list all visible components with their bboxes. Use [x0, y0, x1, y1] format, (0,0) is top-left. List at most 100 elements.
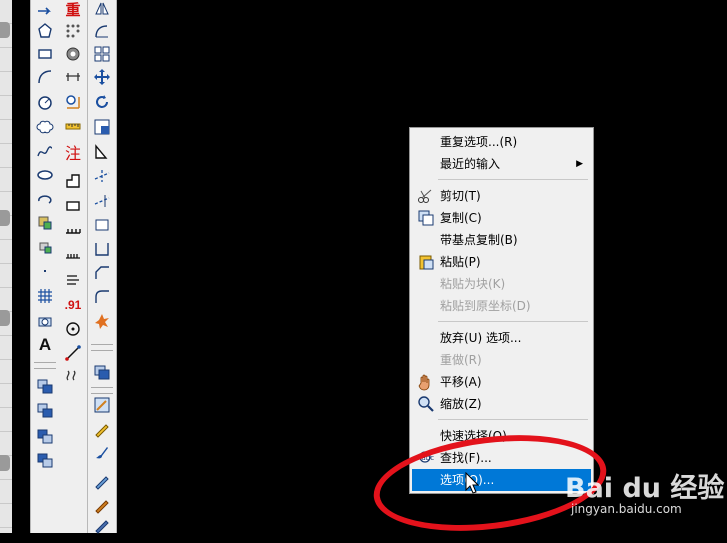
brush-icon[interactable] — [90, 494, 114, 516]
menu-item-label: 放弃(U) 选项... — [440, 331, 522, 345]
watermark-brand: Bai du 经验 — [565, 473, 725, 504]
edit-pencil-icon[interactable] — [90, 394, 114, 416]
decimal-glyph: .91 — [64, 298, 82, 312]
layer-stack-icon[interactable] — [33, 376, 57, 398]
ellipse-icon[interactable] — [33, 164, 57, 186]
fillet-icon[interactable] — [90, 286, 114, 308]
menu-item-label: 复制(C) — [440, 211, 482, 225]
polyline-arrow-icon[interactable] — [33, 0, 57, 22]
layer-stack-icon[interactable] — [90, 362, 114, 384]
mirror-icon[interactable] — [90, 0, 114, 20]
menu-item-label: 粘贴为块(K) — [440, 277, 506, 291]
menu-item-repeat-options[interactable]: 重复选项...(R) — [412, 131, 591, 153]
point-icon[interactable] — [33, 260, 57, 282]
menu-item-paste-to-original[interactable]: 粘贴到原坐标(D) — [412, 295, 591, 317]
explode-icon[interactable] — [90, 310, 114, 332]
rectangle-icon[interactable] — [33, 43, 57, 65]
baidu-watermark: Bai du 经验 jingyan.baidu.com — [565, 458, 725, 530]
menu-item-paste[interactable]: 粘贴(P) — [412, 251, 591, 273]
dots-grid-icon[interactable] — [61, 20, 85, 42]
menu-item-label: 粘贴到原坐标(D) — [440, 299, 531, 313]
paste-icon — [419, 255, 434, 270]
submenu-arrow-icon: ▶ — [576, 159, 583, 169]
ellipse-arc-icon[interactable] — [33, 188, 57, 210]
spline-icon[interactable] — [33, 141, 57, 163]
panel-tab[interactable] — [0, 310, 10, 326]
break-line-icon[interactable] — [61, 366, 85, 388]
layer-stack-icon[interactable] — [33, 400, 57, 422]
menu-item-cut[interactable]: 剪切(T) — [412, 185, 591, 207]
move-icon[interactable] — [90, 66, 114, 88]
polygon-icon[interactable] — [33, 20, 57, 42]
annotation-icon[interactable]: 注 — [61, 141, 85, 163]
arc-icon[interactable] — [33, 66, 57, 88]
menu-item-label: 粘贴(P) — [440, 255, 481, 269]
revision-cloud-icon[interactable] — [33, 116, 57, 138]
extend-icon[interactable] — [90, 190, 114, 212]
menu-item-zoom[interactable]: 缩放(Z) — [412, 393, 591, 415]
dimension-line-icon[interactable] — [61, 66, 85, 88]
measure-icon[interactable] — [61, 91, 85, 113]
pan-hand-icon — [418, 374, 430, 391]
decimal-icon[interactable]: .91 — [61, 294, 85, 316]
layer-stack-icon[interactable] — [33, 426, 57, 448]
draw-toolbar: A — [30, 0, 60, 533]
gear-camera-icon[interactable] — [61, 43, 85, 65]
stretch-icon[interactable] — [90, 141, 114, 163]
menu-separator — [438, 179, 588, 180]
text-icon[interactable]: A — [33, 334, 57, 356]
panel-tab[interactable] — [0, 22, 10, 38]
heavy-text-icon[interactable]: 重 — [61, 0, 85, 20]
toolbar-separator — [91, 344, 113, 351]
comb-icon[interactable] — [61, 220, 85, 242]
heavy-text-glyph: 重 — [65, 0, 81, 19]
menu-item-paste-as-block[interactable]: 粘贴为块(K) — [412, 273, 591, 295]
region-icon[interactable] — [33, 310, 57, 332]
break-icon[interactable] — [90, 214, 114, 236]
panel-tab[interactable] — [0, 210, 10, 226]
menu-item-copy[interactable]: 复制(C) — [412, 207, 591, 229]
brush-icon[interactable] — [90, 470, 114, 492]
scissors-icon — [418, 189, 432, 203]
array-icon[interactable] — [90, 43, 114, 65]
comb-icon[interactable] — [61, 244, 85, 266]
menu-item-recent-input[interactable]: 最近的输入 ▶ — [412, 153, 591, 175]
make-block-icon[interactable] — [33, 236, 57, 258]
menu-item-pan[interactable]: 平移(A) — [412, 371, 591, 393]
text-align-icon[interactable] — [61, 270, 85, 292]
step-shape-icon[interactable] — [61, 170, 85, 192]
center-mark-icon[interactable] — [61, 318, 85, 340]
pencil-icon[interactable] — [90, 418, 114, 440]
mouse-cursor-icon — [465, 472, 479, 494]
rect-outline-icon[interactable] — [61, 195, 85, 217]
watermark-url: jingyan.baidu.com — [571, 502, 682, 516]
annotation-toolbar: 重 注 .91 — [59, 0, 88, 533]
menu-item-label: 带基点复制(B) — [440, 233, 518, 247]
menu-item-label: 最近的输入 — [440, 157, 501, 171]
menu-item-label: 剪切(T) — [440, 189, 481, 203]
insert-block-icon[interactable] — [33, 212, 57, 234]
offset-icon[interactable] — [90, 20, 114, 42]
join-icon[interactable] — [90, 238, 114, 260]
scale-icon[interactable] — [90, 116, 114, 138]
rotate-icon[interactable] — [90, 91, 114, 113]
hatch-icon[interactable] — [33, 285, 57, 307]
chamfer-icon[interactable] — [90, 262, 114, 284]
leader-icon[interactable] — [61, 342, 85, 364]
menu-item-copy-with-basepoint[interactable]: 带基点复制(B) — [412, 229, 591, 251]
panel-tab[interactable] — [0, 455, 10, 471]
circle-icon[interactable] — [33, 92, 57, 114]
zoom-icon — [418, 396, 434, 412]
menu-item-undo[interactable]: 放弃(U) 选项... — [412, 327, 591, 349]
trim-icon[interactable] — [90, 165, 114, 187]
copy-icon — [418, 210, 434, 226]
left-panel-strip — [0, 0, 12, 533]
brush-icon[interactable] — [90, 441, 114, 463]
toolbar-separator — [34, 362, 56, 369]
text-glyph: A — [38, 335, 52, 354]
layer-stack-icon[interactable] — [33, 450, 57, 472]
toolbar-gap — [117, 0, 120, 533]
ruler-icon[interactable] — [61, 115, 85, 137]
modify-toolbar — [88, 0, 117, 534]
menu-item-redo[interactable]: 重做(R) — [412, 349, 591, 371]
